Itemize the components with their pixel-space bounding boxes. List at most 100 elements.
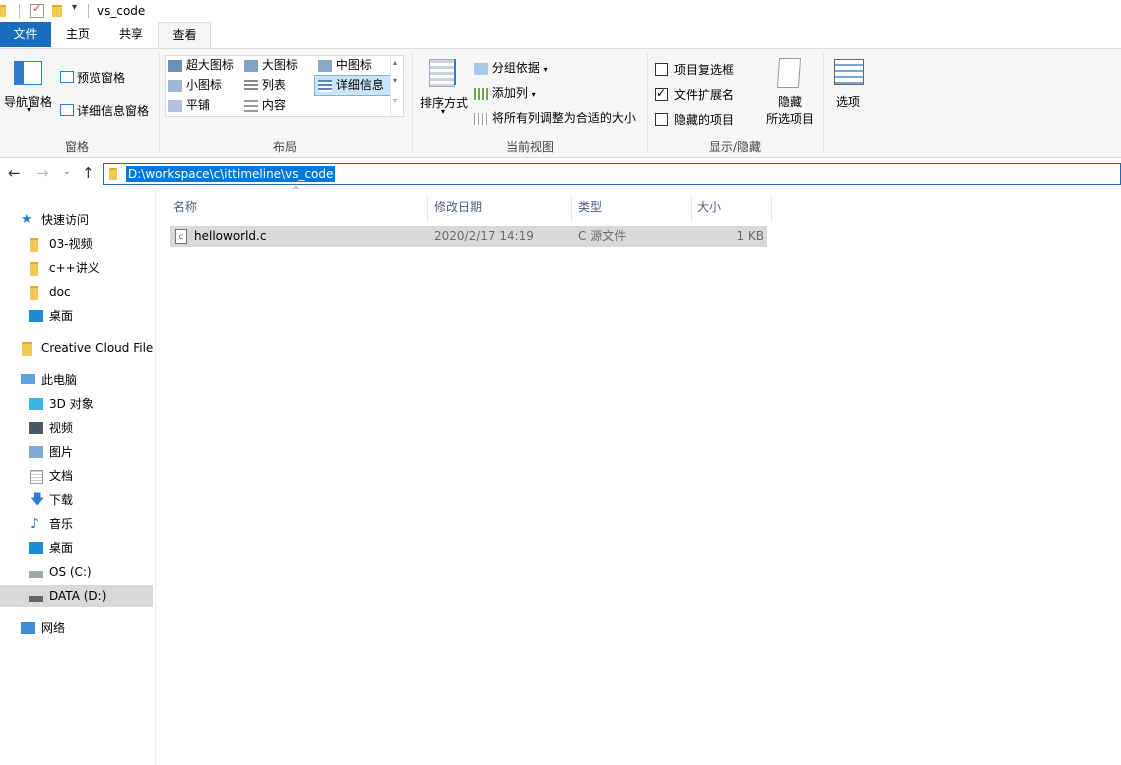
column-header-name[interactable]: 名称 bbox=[173, 196, 423, 218]
hide-selected-items-button[interactable]: 隐藏 所选项目 bbox=[762, 55, 818, 133]
properties-icon[interactable]: ✓ bbox=[30, 2, 44, 18]
column-separator[interactable] bbox=[771, 196, 772, 222]
column-separator[interactable] bbox=[427, 196, 428, 222]
back-icon[interactable]: ← bbox=[8, 164, 21, 182]
medium-icons-icon bbox=[318, 59, 332, 72]
new-folder-icon[interactable] bbox=[52, 5, 62, 17]
nav-item-desktop-pc[interactable]: 桌面 bbox=[0, 537, 153, 559]
sort-by-button[interactable]: 排序方式 ▾ bbox=[418, 55, 470, 123]
group-label-show-hide: 显示/隐藏 bbox=[708, 140, 762, 154]
nav-label: 此电脑 bbox=[41, 373, 78, 387]
column-separator[interactable] bbox=[691, 196, 692, 222]
layout-medium-icons[interactable]: 中图标 bbox=[318, 56, 372, 75]
details-pane-label: 详细信息窗格 bbox=[77, 104, 150, 118]
nav-item-03-video[interactable]: 03-视频 bbox=[0, 233, 153, 255]
layout-label: 内容 bbox=[261, 98, 286, 112]
preview-pane-icon bbox=[60, 71, 74, 83]
gallery-expand-icon[interactable]: ▿ bbox=[393, 96, 397, 105]
layout-tiles[interactable]: 平铺 bbox=[168, 96, 210, 115]
size-columns-icon bbox=[474, 112, 488, 125]
tab-file[interactable]: 文件 bbox=[0, 22, 51, 47]
nav-item-cpp-notes[interactable]: c++讲义 bbox=[0, 257, 153, 279]
list-icon bbox=[244, 79, 258, 92]
hidden-items-label: 隐藏的项目 bbox=[674, 113, 735, 127]
file-size: 1 KB bbox=[736, 229, 764, 243]
column-header-date-modified[interactable]: 修改日期 bbox=[434, 196, 569, 218]
layout-large-icons[interactable]: 大图标 bbox=[244, 56, 298, 75]
column-header-type[interactable]: 类型 bbox=[578, 196, 688, 218]
layout-extra-large-icons[interactable]: 超大图标 bbox=[168, 56, 234, 75]
nav-quick-access[interactable]: ★ 快速访问 bbox=[0, 209, 153, 231]
nav-label: 网络 bbox=[41, 621, 66, 635]
scroll-up-icon[interactable]: ▴ bbox=[393, 58, 397, 67]
layout-small-icons[interactable]: 小图标 bbox=[168, 76, 222, 95]
item-checkboxes-label: 项目复选框 bbox=[674, 63, 735, 77]
nav-label: 快速访问 bbox=[41, 213, 90, 227]
nav-item-music[interactable]: ♪ 音乐 bbox=[0, 513, 153, 535]
forward-icon[interactable]: → bbox=[36, 164, 49, 182]
options-button[interactable]: 选项 bbox=[830, 55, 868, 115]
layout-gallery: 超大图标 大图标 中图标 小图标 列表 详细信息 平铺 内容 ▴ ▾ ▿ bbox=[165, 55, 404, 117]
nav-item-data-d[interactable]: DATA (D:) bbox=[0, 585, 153, 607]
sort-ascending-icon: ^ bbox=[292, 186, 300, 196]
scroll-down-icon[interactable]: ▾ bbox=[393, 76, 397, 85]
star-icon: ★ bbox=[21, 212, 33, 227]
layout-list[interactable]: 列表 bbox=[244, 76, 286, 95]
item-checkboxes-checkbox[interactable] bbox=[655, 63, 668, 76]
add-columns-button[interactable]: 添加列 ▾ bbox=[474, 84, 536, 102]
nav-item-pictures[interactable]: 图片 bbox=[0, 441, 153, 463]
nav-this-pc[interactable]: 此电脑 bbox=[0, 369, 153, 391]
nav-item-documents[interactable]: 文档 bbox=[0, 465, 153, 487]
tab-share[interactable]: 共享 bbox=[108, 22, 154, 47]
nav-item-os-c[interactable]: OS (C:) bbox=[0, 561, 153, 583]
nav-item-doc[interactable]: doc bbox=[0, 281, 153, 303]
file-date: 2020/2/17 14:19 bbox=[434, 229, 534, 243]
up-icon[interactable]: ↑ bbox=[82, 164, 95, 182]
download-icon: 🡇 bbox=[30, 492, 45, 508]
desktop-icon bbox=[29, 542, 43, 554]
column-header-size[interactable]: 大小 bbox=[697, 196, 767, 218]
nav-label: 03-视频 bbox=[49, 237, 93, 251]
layout-label: 列表 bbox=[261, 78, 286, 92]
hidden-items-checkbox[interactable] bbox=[655, 113, 668, 126]
hide-selected-label-1: 隐藏 bbox=[778, 95, 803, 109]
tab-view[interactable]: 查看 bbox=[158, 22, 211, 49]
nav-label: 下载 bbox=[49, 493, 74, 507]
nav-item-desktop-quick[interactable]: 桌面 bbox=[0, 305, 153, 327]
nav-label: Creative Cloud Files bbox=[41, 341, 153, 355]
address-input[interactable]: D:\workspace\c\ittimeline\vs_code bbox=[126, 166, 336, 182]
chevron-down-icon: ▾ bbox=[531, 90, 536, 99]
navigation-pane-button[interactable]: 导航窗格 ▾ bbox=[4, 55, 54, 115]
customize-quick-access-icon[interactable]: ▾ bbox=[72, 2, 77, 13]
group-label-panes: 窗格 bbox=[64, 140, 89, 154]
layout-details[interactable]: 详细信息 bbox=[314, 75, 391, 96]
separator bbox=[647, 53, 648, 153]
folder-icon bbox=[0, 5, 6, 17]
recent-locations-icon[interactable]: ⌄ bbox=[63, 167, 71, 177]
address-bar[interactable]: D:\workspace\c\ittimeline\vs_code bbox=[103, 163, 1121, 185]
desktop-icon bbox=[29, 310, 43, 322]
navigation-pane-icon bbox=[14, 61, 42, 85]
nav-item-downloads[interactable]: 🡇 下载 bbox=[0, 489, 153, 511]
tab-home[interactable]: 主页 bbox=[56, 22, 100, 47]
music-icon: ♪ bbox=[30, 516, 39, 532]
hide-selected-label-2: 所选项目 bbox=[766, 112, 815, 126]
nav-item-videos[interactable]: 视频 bbox=[0, 417, 153, 439]
nav-network[interactable]: 网络 bbox=[0, 617, 153, 639]
nav-label: 3D 对象 bbox=[49, 397, 94, 411]
sort-arrow-icon bbox=[454, 59, 456, 85]
nav-label: DATA (D:) bbox=[49, 589, 107, 603]
table-row[interactable]: c helloworld.c 2020/2/17 14:19 C 源文件 1 K… bbox=[170, 226, 767, 247]
nav-label: 音乐 bbox=[49, 517, 74, 531]
nav-creative-cloud[interactable]: Creative Cloud Files bbox=[0, 337, 153, 359]
add-columns-label: 添加列 bbox=[491, 86, 528, 100]
size-all-columns-button[interactable]: 将所有列调整为合适的大小 bbox=[474, 109, 636, 127]
nav-item-3d-objects[interactable]: 3D 对象 bbox=[0, 393, 153, 415]
file-extensions-checkbox[interactable] bbox=[655, 86, 668, 101]
nav-label: 文档 bbox=[49, 469, 74, 483]
group-by-button[interactable]: 分组依据 ▾ bbox=[474, 59, 548, 77]
navigation-pane: ★ 快速访问 03-视频 c++讲义 doc 桌面 Creative Cloud… bbox=[0, 190, 156, 765]
layout-content[interactable]: 内容 bbox=[244, 96, 286, 115]
column-separator[interactable] bbox=[571, 196, 572, 222]
gallery-scroll[interactable]: ▴ ▾ ▿ bbox=[390, 56, 403, 116]
